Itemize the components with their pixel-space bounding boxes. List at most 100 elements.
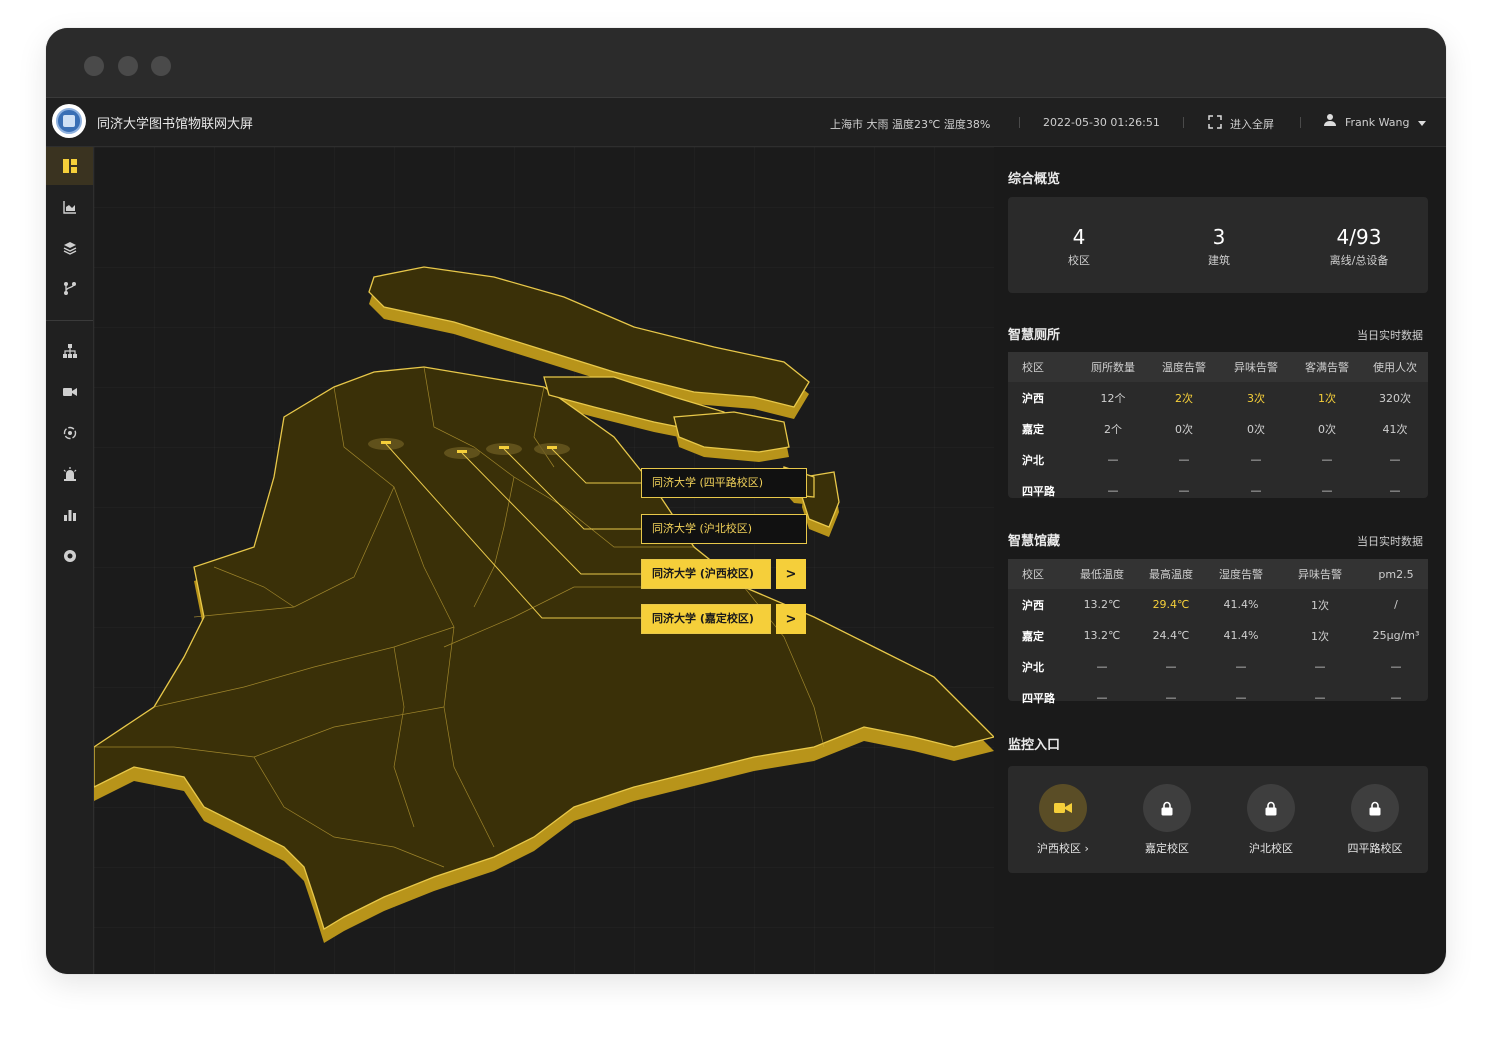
browser-window: 同济大学图书馆物联网大屏 上海市 大雨 温度23℃ 湿度38% 2022-05-… — [46, 28, 1446, 974]
table-cell: 41.4% — [1223, 629, 1259, 642]
right-panel: 综合概览 4 校区 3 建筑 4/93 离线/总设备 智慧厕所 当日实时数据 校… — [1008, 147, 1428, 974]
window-titlebar — [46, 28, 1446, 98]
area-chart-icon — [62, 201, 76, 214]
table-cell: — — [1321, 453, 1333, 466]
table-cell: — — [1250, 484, 1262, 497]
monitor-entry-hubei[interactable]: 沪北校区 — [1216, 784, 1326, 856]
table-cell: — — [1390, 691, 1402, 704]
column-header: 湿度告警 — [1206, 559, 1276, 589]
collection-table: 校区 最低温度 最高温度 湿度告警 异味告警 pm2.5 沪西 13.2℃ 29… — [1008, 559, 1428, 713]
table-cell: 四平路 — [1022, 484, 1055, 498]
huxi-arrow-button[interactable]: > — [776, 559, 806, 589]
window-minimize-button[interactable] — [118, 56, 138, 76]
sidebar-item-video[interactable] — [46, 373, 93, 411]
recycle-icon — [63, 426, 76, 440]
table-cell: / — [1394, 598, 1398, 611]
campus-map[interactable]: 同济大学 (四平路校区) 同济大学 (沪北校区) 同济大学 (沪西校区) > 同… — [94, 147, 994, 974]
sidebar-item-alarm[interactable] — [46, 455, 93, 493]
table-cell: 沪西 — [1022, 391, 1044, 405]
datetime: 2022-05-30 01:26:51 — [1043, 116, 1160, 129]
stat-value: 3 — [1212, 225, 1226, 249]
column-header: 最高温度 — [1136, 559, 1206, 589]
monitor-card: 沪西校区 › 嘉定校区 沪北校区 四平路校区 — [1008, 766, 1428, 873]
window-maximize-button[interactable] — [151, 56, 171, 76]
window-close-button[interactable] — [84, 56, 104, 76]
table-cell: — — [1235, 691, 1247, 704]
stat-label: 校区 — [1068, 254, 1090, 267]
table-cell: — — [1096, 660, 1108, 673]
table-cell: 24.4℃ — [1152, 629, 1190, 642]
sidebar-item-branch[interactable] — [46, 269, 93, 307]
fullscreen-icon — [1208, 115, 1222, 129]
sidebar-item-statistics[interactable] — [46, 496, 93, 534]
campus-label-jiading[interactable]: 同济大学 (嘉定校区) — [641, 604, 771, 634]
monitor-label: 嘉定校区 — [1145, 842, 1189, 855]
table-cell: 13.2℃ — [1083, 598, 1121, 611]
column-header: 温度告警 — [1148, 352, 1220, 382]
stat-value: 4 — [1072, 225, 1086, 249]
video-camera-icon — [62, 388, 77, 396]
jiading-arrow-button[interactable]: > — [776, 604, 806, 634]
dashboard-icon — [62, 159, 77, 173]
lock-icon — [1369, 801, 1381, 815]
table-cell: 41.4% — [1223, 598, 1259, 611]
table-cell: 2个 — [1104, 422, 1122, 436]
table-row: 四平路 — — — — — — [1008, 682, 1428, 713]
table-cell: — — [1165, 660, 1177, 673]
campus-label-huxi[interactable]: 同济大学 (沪西校区) — [641, 559, 771, 589]
table-cell: 沪北 — [1022, 453, 1044, 467]
monitor-label: 沪北校区 — [1249, 842, 1293, 855]
monitor-entry-jiading[interactable]: 嘉定校区 — [1112, 784, 1222, 856]
stat-label: 离线/总设备 — [1329, 254, 1389, 267]
shanghai-map — [94, 266, 994, 943]
table-row: 四平路 — — — — — — [1008, 475, 1428, 506]
sidebar-item-analytics[interactable] — [46, 188, 93, 226]
video-camera-icon — [1054, 803, 1072, 813]
sidebar — [46, 147, 94, 974]
table-cell: 0次 — [1247, 422, 1265, 436]
toilet-subtitle: 当日实时数据 — [1357, 329, 1423, 342]
overview-title: 综合概览 — [1008, 172, 1061, 187]
table-cell: 嘉定 — [1022, 629, 1044, 643]
monitor-entry-siping[interactable]: 四平路校区 — [1320, 784, 1430, 856]
table-cell: — — [1389, 484, 1401, 497]
table-cell: — — [1165, 691, 1177, 704]
stat-campuses: 4 校区 — [1009, 225, 1149, 268]
campus-label-siping[interactable]: 同济大学 (四平路校区) — [641, 468, 807, 498]
sidebar-item-recycle[interactable] — [46, 414, 93, 452]
monitor-entry-huxi[interactable]: 沪西校区 › — [1008, 784, 1118, 856]
alarm-icon — [63, 467, 76, 481]
table-cell: 0次 — [1175, 422, 1193, 436]
table-row: 沪北 — — — — — — [1008, 651, 1428, 682]
column-header: 异味告警 — [1220, 352, 1292, 382]
table-cell: 13.2℃ — [1083, 629, 1121, 642]
user-icon — [1324, 114, 1336, 126]
user-name: Frank Wang — [1345, 116, 1410, 129]
sidebar-item-layers[interactable] — [46, 229, 93, 267]
table-cell: 3次 — [1247, 391, 1265, 405]
table-cell: — — [1178, 453, 1190, 466]
table-cell: — — [1321, 484, 1333, 497]
branch-icon — [63, 282, 76, 295]
campus-label-hubei[interactable]: 同济大学 (沪北校区) — [641, 514, 807, 544]
table-cell: 1次 — [1311, 629, 1329, 643]
toilet-card: 校区 厕所数量 温度告警 异味告警 客满告警 使用人次 沪西 12个 2次 3次… — [1008, 352, 1428, 498]
toilet-table: 校区 厕所数量 温度告警 异味告警 客满告警 使用人次 沪西 12个 2次 3次… — [1008, 352, 1428, 506]
collection-card: 校区 最低温度 最高温度 湿度告警 异味告警 pm2.5 沪西 13.2℃ 29… — [1008, 559, 1428, 705]
sidebar-item-settings[interactable] — [46, 537, 93, 575]
sidebar-item-org[interactable] — [46, 332, 93, 370]
stat-buildings: 3 建筑 — [1149, 225, 1289, 268]
table-cell: 41次 — [1382, 422, 1408, 436]
monitor-title: 监控入口 — [1008, 738, 1061, 753]
sidebar-item-dashboard[interactable] — [46, 147, 93, 185]
table-row: 沪北 — — — — — — [1008, 444, 1428, 475]
top-bar: 同济大学图书馆物联网大屏 上海市 大雨 温度23℃ 湿度38% 2022-05-… — [46, 98, 1446, 147]
table-cell: — — [1390, 660, 1402, 673]
bar-chart-icon — [63, 510, 76, 521]
table-cell: 29.4℃ — [1152, 598, 1190, 611]
table-header-row: 校区 最低温度 最高温度 湿度告警 异味告警 pm2.5 — [1008, 559, 1428, 589]
monitor-label: 沪西校区 › — [1037, 842, 1089, 855]
table-cell: — — [1178, 484, 1190, 497]
user-menu[interactable]: Frank Wang — [1323, 112, 1433, 132]
table-cell: 12个 — [1100, 391, 1126, 405]
